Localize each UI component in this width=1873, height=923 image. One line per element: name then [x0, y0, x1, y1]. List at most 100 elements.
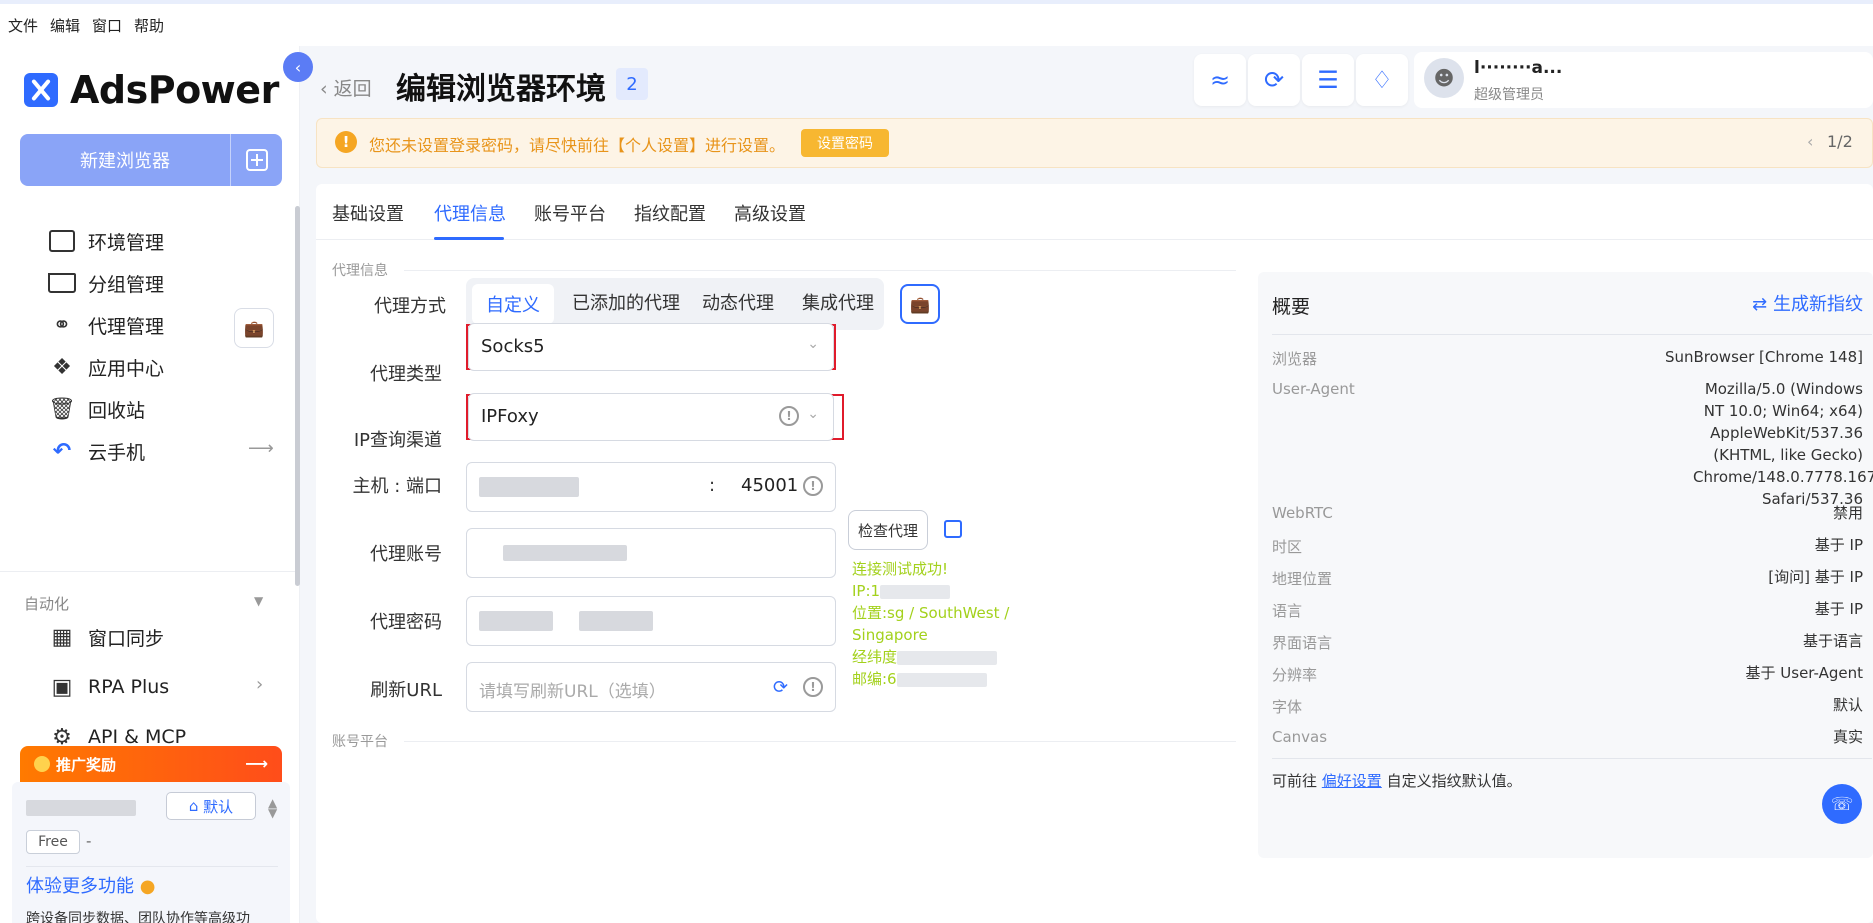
- promo-banner[interactable]: 推广奖励 ⟶: [20, 746, 282, 782]
- proxy-shop-button[interactable]: 💼: [900, 284, 940, 324]
- arrow-right-icon: ⟶: [248, 438, 274, 459]
- window-icon: [48, 227, 76, 255]
- adspower-logo-icon: [24, 73, 58, 107]
- proxy-password-label: 代理密码: [370, 612, 442, 633]
- port-value[interactable]: 45001: [741, 475, 798, 496]
- set-password-button[interactable]: 设置密码: [801, 129, 889, 157]
- automation-section-label: 自动化: [24, 595, 70, 613]
- sync-upload-icon[interactable]: ⟳: [1248, 54, 1300, 106]
- new-browser-button[interactable]: 新建浏览器: [20, 134, 282, 186]
- folder-icon: [48, 269, 76, 297]
- ov-key-geo: 地理位置: [1272, 570, 1333, 588]
- add-icon: [245, 149, 268, 171]
- sidebar-item-rpa[interactable]: ▣ RPA Plus: [48, 672, 170, 702]
- task-list-icon[interactable]: ☰: [1302, 54, 1354, 106]
- tab-bar: 基础设置 代理信息 账号平台 指纹配置 高级设置: [316, 184, 1873, 240]
- bell-icon[interactable]: ♢: [1356, 54, 1408, 106]
- notice-pager: 1/2: [1827, 132, 1853, 151]
- proxy-method-saved[interactable]: 已添加的代理: [572, 289, 680, 315]
- proxy-method-dynamic[interactable]: 动态代理: [702, 289, 774, 315]
- proxy-method-label: 代理方式: [374, 296, 446, 317]
- menu-help[interactable]: 帮助: [134, 15, 164, 36]
- sidebar-divider: [0, 571, 300, 572]
- ufo-icon: ●: [139, 876, 156, 897]
- generate-fingerprint-button[interactable]: ⇄ 生成新指纹: [1752, 290, 1863, 316]
- proxy-type-value: Socks5: [481, 336, 545, 357]
- caret-down-icon[interactable]: ▼: [254, 594, 263, 608]
- ip-channel-value: IPFoxy: [481, 406, 539, 427]
- logo: AdsPower: [24, 68, 279, 112]
- tab-proxy[interactable]: 代理信息: [434, 200, 506, 226]
- chevron-left-icon[interactable]: ‹: [1807, 132, 1813, 151]
- back-link[interactable]: ‹ 返回: [320, 74, 372, 101]
- preferences-link[interactable]: 偏好设置: [1322, 772, 1382, 790]
- sidebar-item-env[interactable]: 环境管理: [48, 226, 164, 256]
- puzzle-icon: ❖: [52, 354, 72, 380]
- sidebar-item-label: 回收站: [88, 399, 146, 422]
- sidebar-item-label: 应用中心: [88, 357, 165, 380]
- section-title-account: 账号平台: [332, 734, 388, 750]
- copy-icon[interactable]: [944, 520, 962, 538]
- menu-edit[interactable]: 编辑: [50, 15, 80, 36]
- ov-key-resolution: 分辨率: [1272, 666, 1318, 684]
- collapse-sidebar-button[interactable]: ‹: [283, 52, 313, 82]
- info-icon[interactable]: !: [803, 677, 823, 697]
- chevron-down-icon: ⌄: [807, 406, 819, 422]
- user-card[interactable]: ☻ l········a... 超级管理员: [1414, 52, 1873, 108]
- proxy-type-select[interactable]: Socks5 ⌄: [468, 323, 834, 371]
- batch-add-button[interactable]: [230, 134, 282, 186]
- robot-icon: ▣: [51, 674, 73, 700]
- sidebar-item-label: 云手机: [88, 441, 146, 464]
- upsell-title[interactable]: 体验更多功能 ●: [26, 872, 155, 898]
- proxy-type-label: 代理类型: [370, 364, 442, 385]
- refresh-icon[interactable]: ⟳: [773, 677, 788, 698]
- active-tab-indicator: [434, 237, 504, 240]
- ov-val-resolution: 基于 User-Agent: [1745, 664, 1863, 682]
- proxy-shop-icon[interactable]: 💼: [234, 308, 274, 348]
- sidebar-item-cloud-phone[interactable]: ↶ 云手机: [48, 436, 145, 466]
- sidebar-item-window-sync[interactable]: ▦ 窗口同步: [48, 622, 164, 652]
- sidebar-item-groups[interactable]: 分组管理: [48, 268, 164, 298]
- proxy-account-input[interactable]: [466, 528, 836, 578]
- default-team-button[interactable]: ⌂ 默认: [166, 792, 256, 820]
- check-proxy-button[interactable]: 检查代理: [848, 510, 928, 550]
- info-icon[interactable]: !: [803, 476, 823, 496]
- zip-redacted: [896, 672, 987, 687]
- sidebar-item-trash[interactable]: 🗑 回收站: [48, 394, 145, 424]
- sync-icon: ▦: [51, 624, 73, 650]
- tab-advanced[interactable]: 高级设置: [734, 200, 806, 226]
- account-redacted: [503, 545, 627, 561]
- ip-redacted: [880, 584, 951, 599]
- host-port-input[interactable]: : 45001 !: [466, 462, 836, 512]
- sidebar-item-apps[interactable]: ❖ 应用中心: [48, 352, 164, 382]
- sidebar-item-label: 环境管理: [88, 231, 165, 254]
- refresh-url-input[interactable]: 请填写刷新URL（选填） ⟳ !: [466, 662, 836, 712]
- info-icon[interactable]: !: [779, 406, 799, 426]
- tab-basic[interactable]: 基础设置: [332, 200, 404, 226]
- user-role: 超级管理员: [1474, 87, 1544, 103]
- tab-account-platform[interactable]: 账号平台: [534, 200, 606, 226]
- menu-window[interactable]: 窗口: [92, 15, 122, 36]
- user-name: l········a...: [1474, 58, 1563, 78]
- sidebar-item-proxy[interactable]: ⚭ 代理管理: [48, 310, 164, 340]
- host-port-label: 主机 : 端口: [352, 476, 442, 497]
- proxy-method-custom[interactable]: 自定义: [472, 284, 554, 324]
- proxy-method-integrated[interactable]: 集成代理: [802, 289, 874, 315]
- promo-label: 推广奖励: [56, 755, 117, 774]
- menu-file[interactable]: 文件: [8, 15, 38, 36]
- wifi-icon[interactable]: ≈: [1194, 54, 1246, 106]
- tab-fingerprint[interactable]: 指纹配置: [634, 200, 706, 226]
- support-chat-icon[interactable]: ☏: [1822, 784, 1862, 824]
- upsell-desc: 跨设备同步数据、团队协作等高级功: [26, 911, 250, 923]
- switch-account-icon[interactable]: ▲ ▼: [268, 797, 277, 819]
- ov-key-webrtc: WebRTC: [1272, 504, 1333, 522]
- overview-divider: [1272, 758, 1872, 759]
- ov-val-webrtc: 禁用: [1832, 504, 1863, 522]
- proxy-password-input[interactable]: [466, 596, 836, 646]
- avatar[interactable]: ☻: [1424, 58, 1464, 98]
- ip-channel-select[interactable]: IPFoxy ! ⌄: [468, 393, 834, 441]
- ov-key-browser: 浏览器: [1272, 350, 1318, 368]
- env-count-badge: 2: [616, 68, 648, 100]
- ov-key-language: 语言: [1272, 602, 1303, 620]
- new-browser-label[interactable]: 新建浏览器: [20, 134, 230, 186]
